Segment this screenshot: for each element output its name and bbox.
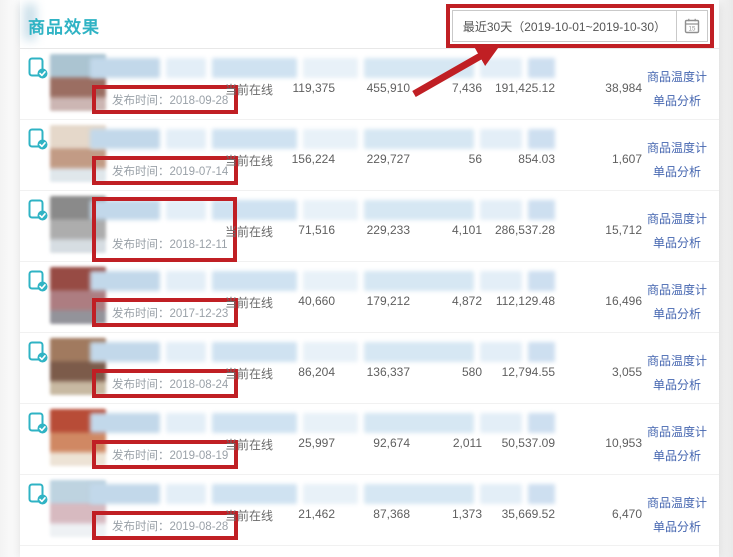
svg-text:15: 15 bbox=[689, 26, 696, 33]
link-product-thermometer[interactable]: 商品温度计 bbox=[644, 281, 710, 298]
metric-value: 21,462 bbox=[255, 507, 335, 521]
annotation-box-publish-date: 发布时间：2019-08-19 bbox=[92, 440, 238, 469]
product-row: 发布时间：2019-08-28 当前在线 21,462 87,368 1,373… bbox=[20, 475, 719, 546]
metric-value: 25,997 bbox=[255, 436, 335, 450]
metric-value: 179,212 bbox=[332, 294, 410, 308]
metric-value: 3,055 bbox=[564, 365, 642, 379]
link-item-analysis[interactable]: 单品分析 bbox=[644, 305, 710, 322]
row-actions: 商品温度计 单品分析 bbox=[644, 262, 710, 332]
metric-value: 6,470 bbox=[564, 507, 642, 521]
link-item-analysis[interactable]: 单品分析 bbox=[644, 376, 710, 393]
link-product-thermometer[interactable]: 商品温度计 bbox=[644, 139, 710, 156]
product-table: 发布时间：2018-09-28 当前在线 119,375 455,910 7,4… bbox=[20, 49, 719, 546]
metric-value: 16,496 bbox=[564, 294, 642, 308]
page: 商品效果 最近30天（2019-10-01~2019-10-30） 15 bbox=[0, 0, 733, 557]
product-title-blurred[interactable] bbox=[90, 271, 555, 291]
annotation-box-date-filter: 最近30天（2019-10-01~2019-10-30） 15 bbox=[446, 4, 714, 48]
publish-date: 发布时间：2019-07-14 bbox=[112, 163, 228, 179]
product-title-blurred[interactable] bbox=[90, 58, 555, 78]
metric-value: 12,794.55 bbox=[457, 365, 555, 379]
publish-date: 发布时间：2018-08-24 bbox=[112, 376, 228, 392]
publish-date: 发布时间：2019-08-28 bbox=[112, 518, 228, 534]
metric-value: 92,674 bbox=[332, 436, 410, 450]
annotation-box-publish-date: 发布时间：2018-08-24 bbox=[92, 369, 238, 398]
metric-value: 35,669.52 bbox=[457, 507, 555, 521]
annotation-box-publish-date: 发布时间：2019-08-28 bbox=[92, 511, 238, 540]
metric-value: 15,712 bbox=[564, 223, 642, 237]
annotation-box-publish-date: 发布时间：2018-09-28 bbox=[92, 85, 238, 114]
link-item-analysis[interactable]: 单品分析 bbox=[644, 447, 710, 464]
annotation-box-publish-date: 发布时间：2018-12-11 bbox=[92, 197, 237, 262]
metric-value: 191,425.12 bbox=[457, 81, 555, 95]
metric-value: 38,984 bbox=[564, 81, 642, 95]
annotation-box-publish-date: 发布时间：2017-12-23 bbox=[92, 298, 238, 327]
product-row: 发布时间：2018-08-24 当前在线 86,204 136,337 580 … bbox=[20, 333, 719, 404]
product-row: 发布时间：2017-12-23 当前在线 40,660 179,212 4,87… bbox=[20, 262, 719, 333]
row-actions: 商品温度计 单品分析 bbox=[644, 49, 710, 119]
link-product-thermometer[interactable]: 商品温度计 bbox=[644, 494, 710, 511]
product-performance-panel: 商品效果 最近30天（2019-10-01~2019-10-30） 15 bbox=[20, 0, 719, 557]
row-actions: 商品温度计 单品分析 bbox=[644, 333, 710, 403]
device-check-icon bbox=[28, 412, 48, 434]
product-row: 发布时间：2018-12-11 当前在线 71,516 229,233 4,10… bbox=[20, 191, 719, 262]
metric-value: 112,129.48 bbox=[457, 294, 555, 308]
metric-value: 71,516 bbox=[255, 223, 335, 237]
device-check-icon bbox=[28, 341, 48, 363]
metric-value: 40,660 bbox=[255, 294, 335, 308]
product-title-blurred[interactable] bbox=[90, 484, 555, 504]
product-row: 发布时间：2018-09-28 当前在线 119,375 455,910 7,4… bbox=[20, 49, 719, 120]
link-item-analysis[interactable]: 单品分析 bbox=[644, 92, 710, 109]
metric-value: 854.03 bbox=[457, 152, 555, 166]
device-check-icon bbox=[28, 199, 48, 221]
link-product-thermometer[interactable]: 商品温度计 bbox=[644, 423, 710, 440]
metric-value: 229,233 bbox=[332, 223, 410, 237]
device-check-icon bbox=[28, 57, 48, 79]
metric-value: 136,337 bbox=[332, 365, 410, 379]
link-product-thermometer[interactable]: 商品温度计 bbox=[644, 68, 710, 85]
publish-date: 发布时间：2018-12-11 bbox=[112, 236, 227, 252]
row-actions: 商品温度计 单品分析 bbox=[644, 120, 710, 190]
product-title-blurred[interactable] bbox=[90, 342, 555, 362]
metric-value: 119,375 bbox=[255, 81, 335, 95]
date-range-picker[interactable]: 最近30天（2019-10-01~2019-10-30） 15 bbox=[452, 10, 708, 42]
metric-value: 86,204 bbox=[255, 365, 335, 379]
link-product-thermometer[interactable]: 商品温度计 bbox=[644, 210, 710, 227]
date-range-label[interactable]: 最近30天（2019-10-01~2019-10-30） bbox=[453, 18, 676, 35]
product-row: 发布时间：2019-08-19 当前在线 25,997 92,674 2,011… bbox=[20, 404, 719, 475]
metric-value: 286,537.28 bbox=[457, 223, 555, 237]
device-check-icon bbox=[28, 128, 48, 150]
product-title-blurred[interactable] bbox=[90, 413, 555, 433]
row-actions: 商品温度计 单品分析 bbox=[644, 191, 710, 261]
link-product-thermometer[interactable]: 商品温度计 bbox=[644, 352, 710, 369]
annotation-box-publish-date: 发布时间：2019-07-14 bbox=[92, 156, 238, 185]
metric-value: 10,953 bbox=[564, 436, 642, 450]
publish-date: 发布时间：2019-08-19 bbox=[112, 447, 228, 463]
row-actions: 商品温度计 单品分析 bbox=[644, 404, 710, 474]
metric-value: 87,368 bbox=[332, 507, 410, 521]
link-item-analysis[interactable]: 单品分析 bbox=[644, 163, 710, 180]
publish-date: 发布时间：2018-09-28 bbox=[112, 92, 228, 108]
page-title: 商品效果 bbox=[28, 13, 100, 38]
metric-value: 455,910 bbox=[332, 81, 410, 95]
metric-value: 50,537.09 bbox=[457, 436, 555, 450]
panel-header: 商品效果 最近30天（2019-10-01~2019-10-30） 15 bbox=[20, 0, 719, 49]
link-item-analysis[interactable]: 单品分析 bbox=[644, 234, 710, 251]
metric-value: 1,607 bbox=[564, 152, 642, 166]
metric-value: 229,727 bbox=[332, 152, 410, 166]
product-title-blurred[interactable] bbox=[90, 129, 555, 149]
link-item-analysis[interactable]: 单品分析 bbox=[644, 518, 710, 535]
device-check-icon bbox=[28, 483, 48, 505]
row-actions: 商品温度计 单品分析 bbox=[644, 475, 710, 545]
product-row: 发布时间：2019-07-14 当前在线 156,224 229,727 56 … bbox=[20, 120, 719, 191]
metric-value: 156,224 bbox=[255, 152, 335, 166]
publish-date: 发布时间：2017-12-23 bbox=[112, 305, 228, 321]
calendar-icon[interactable]: 15 bbox=[676, 11, 707, 41]
device-check-icon bbox=[28, 270, 48, 292]
